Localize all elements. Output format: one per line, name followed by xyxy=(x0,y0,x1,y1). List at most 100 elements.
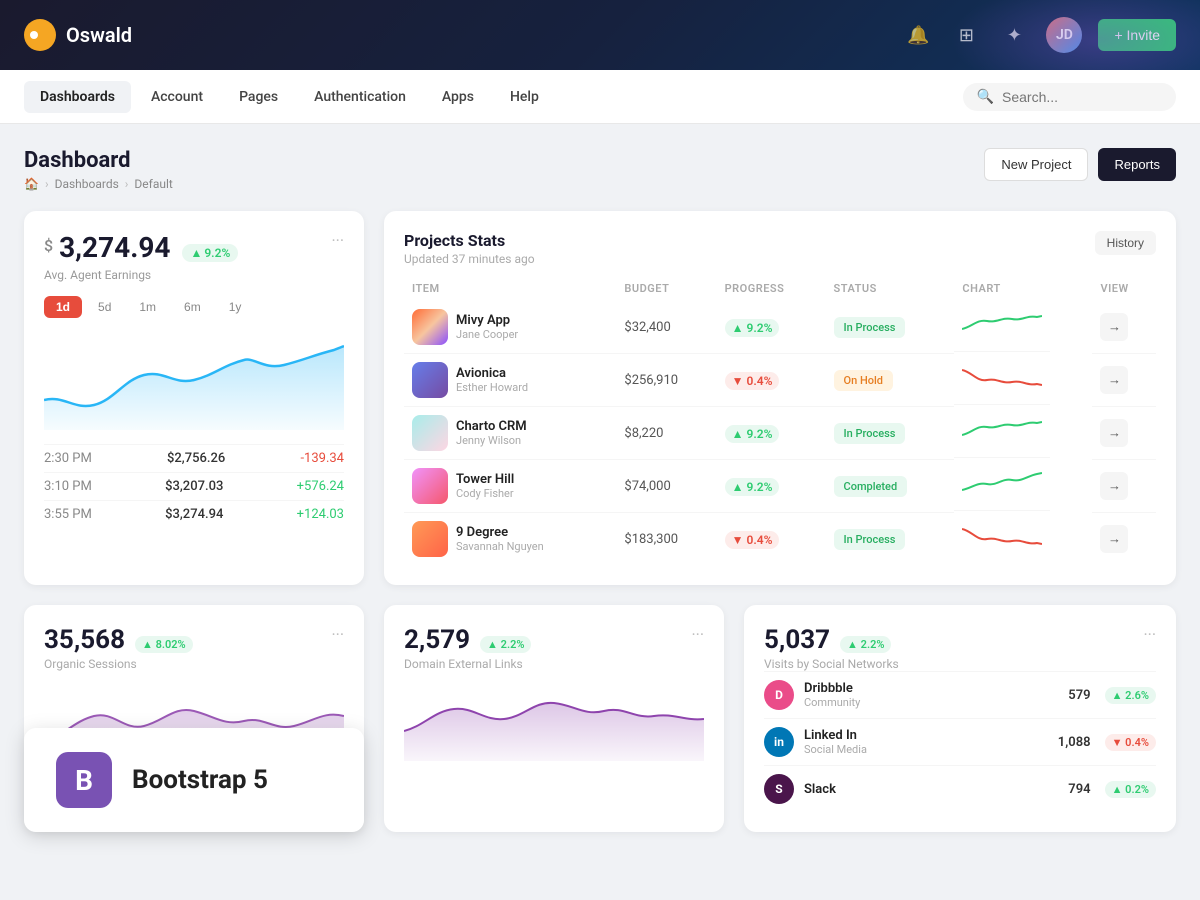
sessions-number: 35,568 xyxy=(44,625,125,655)
notifications-icon[interactable]: 🔔 xyxy=(902,19,934,51)
col-chart: CHART xyxy=(954,276,1092,301)
links-number-line: 2,579 ▲ 2.2% xyxy=(404,625,531,655)
project-status-5: In Process xyxy=(834,529,906,550)
links-number-area: 2,579 ▲ 2.2% Domain External Links xyxy=(404,625,531,671)
slack-count: 794 xyxy=(1068,782,1090,797)
table-row: Mivy App Jane Cooper $32,400 ▲ 9.2% In P… xyxy=(404,301,1156,354)
bootstrap-b-icon: B xyxy=(56,752,112,808)
search-input[interactable] xyxy=(1002,89,1162,105)
earnings-card: $ 3,274.94 ▲ 9.2% Avg. Agent Earnings ··… xyxy=(24,211,364,585)
time-tab-1m[interactable]: 1m xyxy=(127,296,168,318)
history-button[interactable]: History xyxy=(1095,231,1156,255)
dribbble-sub: Community xyxy=(804,696,860,709)
grid-icon[interactable]: ⊞ xyxy=(950,19,982,51)
col-item: ITEM xyxy=(404,276,616,301)
project-status-1: In Process xyxy=(834,317,906,338)
social-badge: ▲ 2.2% xyxy=(840,636,891,653)
project-budget-3: $8,220 xyxy=(616,407,716,460)
dribbble-count: 579 xyxy=(1068,688,1090,703)
nav-item-apps[interactable]: Apps xyxy=(426,81,490,113)
projects-updated: Updated 37 minutes ago xyxy=(404,252,535,266)
search-box[interactable]: 🔍 xyxy=(963,83,1176,111)
avatar[interactable]: JD xyxy=(1046,17,1082,53)
stat-value-1: $2,756.26 xyxy=(167,451,225,466)
time-tab-1y[interactable]: 1y xyxy=(217,296,254,318)
col-status: STATUS xyxy=(826,276,955,301)
sessions-number-area: 35,568 ▲ 8.02% Organic Sessions xyxy=(44,625,193,671)
time-tab-5d[interactable]: 5d xyxy=(86,296,123,318)
dribbble-change: ▲ 2.6% xyxy=(1105,687,1156,704)
social-label: Visits by Social Networks xyxy=(764,657,899,671)
new-project-button[interactable]: New Project xyxy=(984,148,1088,181)
bootstrap-text: Bootstrap 5 xyxy=(132,765,268,795)
project-view-1[interactable]: → xyxy=(1100,313,1128,341)
project-chart-3 xyxy=(954,407,1050,458)
page-title: Dashboard xyxy=(24,148,173,173)
linkedin-icon: in xyxy=(764,727,794,757)
nav-item-pages[interactable]: Pages xyxy=(223,81,294,113)
table-row: 9 Degree Savannah Nguyen $183,300 ▼ 0.4%… xyxy=(404,513,1156,566)
sessions-header: 35,568 ▲ 8.02% Organic Sessions ··· xyxy=(44,625,344,671)
bootstrap-overlay: B Bootstrap 5 xyxy=(24,728,364,832)
page-header: Dashboard 🏠 › Dashboards › Default New P… xyxy=(24,148,1176,191)
nav-item-dashboards[interactable]: Dashboards xyxy=(24,81,131,113)
col-view: VIEW xyxy=(1092,276,1156,301)
project-avatar-2 xyxy=(412,362,448,398)
stat-time-2: 3:10 PM xyxy=(44,479,92,494)
earnings-badge: ▲ 9.2% xyxy=(182,244,238,262)
project-progress-2: ▼ 0.4% xyxy=(725,372,780,390)
project-avatar-4 xyxy=(412,468,448,504)
nav-item-authentication[interactable]: Authentication xyxy=(298,81,422,113)
project-item-2: Avionica Esther Howard xyxy=(404,354,616,407)
links-chart xyxy=(404,681,704,781)
project-view-3[interactable]: → xyxy=(1100,419,1128,447)
project-view-4[interactable]: → xyxy=(1100,472,1128,500)
project-view-5[interactable]: → xyxy=(1100,525,1128,553)
dribbble-icon: D xyxy=(764,680,794,710)
social-header: 5,037 ▲ 2.2% Visits by Social Networks ·… xyxy=(764,625,1156,671)
topbar-actions: 🔔 ⊞ ✦ JD + Invite xyxy=(902,17,1176,53)
table-row: Avionica Esther Howard $256,910 ▼ 0.4% O… xyxy=(404,354,1156,407)
project-view-2[interactable]: → xyxy=(1100,366,1128,394)
stat-value-2: $3,207.03 xyxy=(165,479,223,494)
project-item-1: Mivy App Jane Cooper xyxy=(404,301,616,354)
reports-button[interactable]: Reports xyxy=(1098,148,1176,181)
time-tab-6m[interactable]: 6m xyxy=(172,296,213,318)
col-budget: BUDGET xyxy=(616,276,716,301)
search-icon: 🔍 xyxy=(977,89,994,105)
earnings-chart-svg xyxy=(44,330,344,430)
social-number-area: 5,037 ▲ 2.2% Visits by Social Networks xyxy=(764,625,899,671)
social-more-button[interactable]: ··· xyxy=(1143,625,1156,644)
project-chart-4 xyxy=(954,460,1050,511)
project-status-3: In Process xyxy=(834,423,906,444)
project-progress-1: ▲ 9.2% xyxy=(725,319,780,337)
earnings-more-button[interactable]: ··· xyxy=(331,231,344,250)
stat-row-3: 3:55 PM $3,274.94 +124.03 xyxy=(44,500,344,528)
links-more-button[interactable]: ··· xyxy=(691,625,704,644)
project-status-2: On Hold xyxy=(834,370,893,391)
topbar: Oswald 🔔 ⊞ ✦ JD + Invite xyxy=(0,0,1200,70)
sessions-more-button[interactable]: ··· xyxy=(331,625,344,644)
invite-button[interactable]: + Invite xyxy=(1098,19,1176,51)
nav-item-account[interactable]: Account xyxy=(135,81,219,113)
breadcrumb: 🏠 › Dashboards › Default xyxy=(24,177,173,191)
project-item-5: 9 Degree Savannah Nguyen xyxy=(404,513,616,566)
nav-item-help[interactable]: Help xyxy=(494,81,555,113)
time-tab-1d[interactable]: 1d xyxy=(44,296,82,318)
share-icon[interactable]: ✦ xyxy=(998,19,1030,51)
breadcrumb-default: Default xyxy=(134,177,172,191)
stat-time-3: 3:55 PM xyxy=(44,507,92,522)
project-budget-1: $32,400 xyxy=(616,301,716,354)
project-chart-2 xyxy=(954,354,1050,405)
links-label: Domain External Links xyxy=(404,657,531,671)
earnings-amount: 3,274.94 xyxy=(59,231,170,264)
project-progress-5: ▼ 0.4% xyxy=(725,531,780,549)
stat-change-3: +124.03 xyxy=(297,507,344,522)
stat-row-2: 3:10 PM $3,207.03 +576.24 xyxy=(44,472,344,500)
project-owner-4: Cody Fisher xyxy=(456,487,514,500)
social-row-dribbble: D Dribbble Community 579 ▲ 2.6% xyxy=(764,671,1156,718)
stat-value-3: $3,274.94 xyxy=(165,507,223,522)
slack-name: Slack xyxy=(804,782,836,797)
stat-row-1: 2:30 PM $2,756.26 -139.34 xyxy=(44,444,344,472)
earnings-header: $ 3,274.94 ▲ 9.2% Avg. Agent Earnings ··… xyxy=(44,231,344,282)
